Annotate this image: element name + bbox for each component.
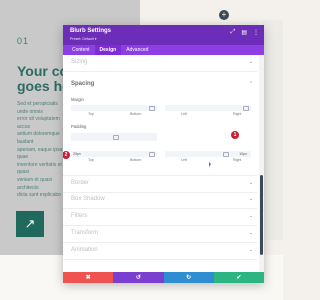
padding-right-value: 10px [239, 152, 247, 156]
padding-label: Padding [71, 124, 87, 129]
tab-design[interactable]: Design [94, 45, 122, 55]
close-icon: ✖ [85, 275, 91, 281]
section-sizing[interactable]: Sizing ⌄ [63, 55, 257, 72]
blurb-settings-modal: Blurb Settings Preset: Default ▾ ⤢ ▤ ⋮ C… [63, 25, 264, 283]
section-spacing[interactable]: Spacing ⌃ [63, 77, 257, 93]
section-animation[interactable]: Animation ⌄ [63, 243, 257, 260]
padding-hover-row [71, 133, 251, 145]
background-body-text: Sed et perspiciatis unde omnis error sit… [17, 101, 63, 199]
section-transform[interactable]: Transform ⌄ [63, 226, 257, 243]
plus-icon: + [221, 10, 227, 19]
margin-bottom-caption: Bottom [130, 112, 142, 116]
padding-left-caption: Left [181, 158, 187, 162]
tab-advanced[interactable]: Advanced [121, 45, 153, 55]
modal-header[interactable]: Blurb Settings Preset: Default ▾ ⤢ ▤ ⋮ [63, 25, 264, 45]
background-number: 01 [17, 36, 30, 46]
annotation-marker-1: 1 [231, 131, 239, 139]
save-button[interactable]: ✔ [213, 272, 264, 283]
padding-right-caption: Right [233, 158, 242, 162]
section-filters-label: Filters [71, 213, 88, 219]
modal-title: Blurb Settings [70, 28, 112, 34]
chevron-down-icon: ⌄ [248, 180, 253, 186]
scrollbar-thumb[interactable] [260, 175, 263, 255]
chevron-down-icon: ⌄ [248, 59, 253, 65]
section-sizing-label: Sizing [71, 59, 88, 65]
undo-icon: ↺ [135, 275, 141, 281]
margin-left-caption: Left [181, 112, 187, 116]
link-icon[interactable] [113, 135, 119, 140]
background-heading: Your co goes he [17, 64, 67, 94]
chevron-down-icon: ⌄ [248, 196, 253, 202]
redo-icon: ↻ [186, 275, 192, 281]
section-border[interactable]: Border ⌄ [63, 175, 257, 193]
cancel-button[interactable]: ✖ [63, 272, 114, 283]
more-options-icon[interactable]: ⋮ [253, 29, 259, 36]
add-module-button[interactable]: + [219, 10, 229, 20]
link-icon[interactable] [243, 106, 249, 111]
padding-left-right-input[interactable]: 10px [165, 151, 251, 157]
section-transform-label: Transform [71, 230, 99, 236]
chevron-up-icon: ⌃ [248, 81, 253, 87]
padding-top-bottom-input[interactable]: 25px [71, 151, 157, 157]
chevron-down-icon: ⌄ [248, 230, 253, 236]
margin-left-right-input[interactable] [165, 105, 251, 111]
redo-button[interactable]: ↻ [163, 272, 214, 283]
section-border-label: Border [71, 180, 90, 186]
link-icon[interactable] [223, 152, 229, 157]
padding-top-caption: Top [88, 158, 94, 162]
chevron-down-icon: ⌄ [248, 213, 253, 219]
annotation-marker-2: 2 [63, 151, 70, 159]
modal-scrollbar[interactable] [259, 55, 264, 272]
background-right-strip [262, 20, 283, 240]
link-icon[interactable] [149, 152, 155, 157]
section-box-shadow[interactable]: Box Shadow ⌄ [63, 192, 257, 209]
padding-bottom-caption: Bottom [130, 158, 142, 162]
undo-button[interactable]: ↺ [113, 272, 164, 283]
arrow-button[interactable]: ↗ [16, 211, 44, 237]
tab-content[interactable]: Content [67, 45, 95, 55]
margin-top-bottom-input[interactable] [71, 105, 157, 111]
padding-top-value: 25px [73, 152, 81, 156]
section-filters[interactable]: Filters ⌄ [63, 209, 257, 226]
modal-footer: ✖ ↺ ↻ ✔ [63, 272, 264, 283]
columns-icon[interactable]: ▤ [241, 29, 247, 36]
arrow-up-right-icon: ↗ [24, 216, 36, 231]
margin-label: Margin [71, 97, 84, 102]
chevron-down-icon: ⌄ [248, 247, 253, 253]
margin-top-caption: Top [88, 112, 94, 116]
preset-dropdown[interactable]: Preset: Default ▾ [70, 37, 97, 41]
section-spacing-label: Spacing [71, 81, 95, 87]
check-icon: ✔ [236, 275, 242, 281]
modal-tabs: Content Design Advanced [63, 45, 264, 55]
padding-row: 25px 10px Top Bottom Left Right [71, 151, 251, 163]
section-box-shadow-label: Box Shadow [71, 196, 105, 202]
link-icon[interactable] [149, 106, 155, 111]
modal-body: Sizing ⌄ Spacing ⌃ Margin Top Bottom Lef… [63, 55, 264, 272]
padding-hover-input[interactable] [71, 133, 157, 141]
margin-right-caption: Right [233, 112, 242, 116]
margin-row: Top Bottom Left Right [71, 105, 251, 117]
section-animation-label: Animation [71, 247, 98, 253]
expand-icon[interactable]: ⤢ [231, 29, 236, 36]
